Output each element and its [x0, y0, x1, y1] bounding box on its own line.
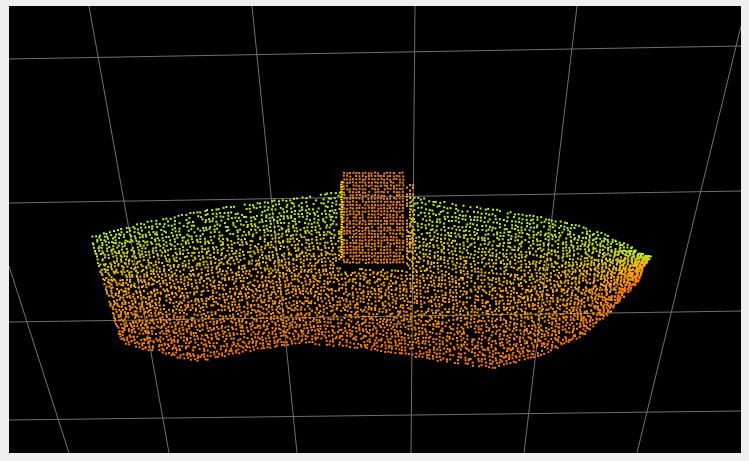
3d-viewport[interactable] [9, 6, 741, 453]
viewer-frame [0, 0, 749, 461]
point-cloud-scene[interactable] [9, 6, 741, 453]
